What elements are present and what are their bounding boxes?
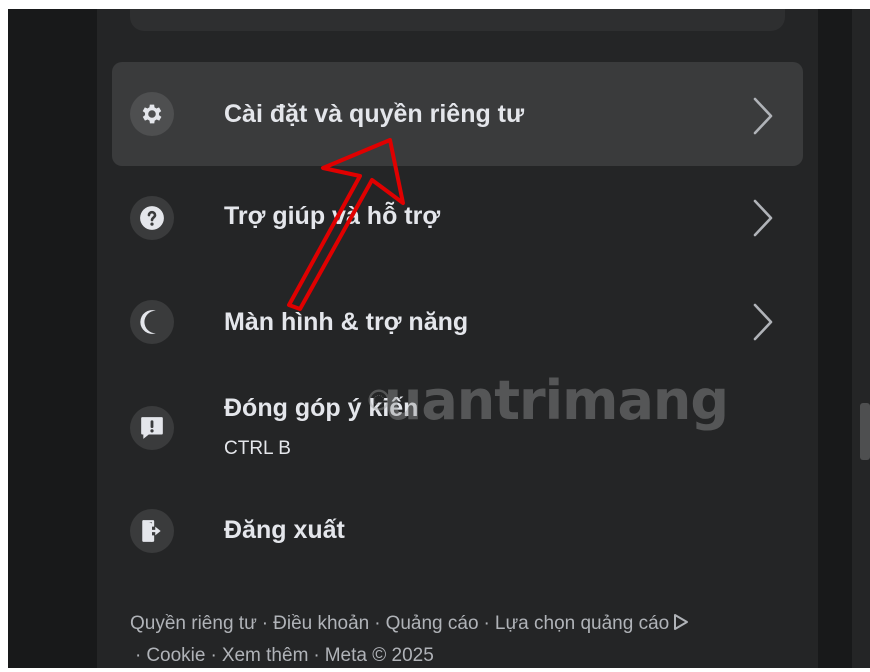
menu-item-display-accessibility[interactable]: Màn hình & trợ năng (112, 270, 803, 374)
menu-item-label: Trợ giúp và hỗ trợ (224, 202, 441, 230)
footer-links: Quyền riêng tư · Điều khoản · Quảng cáo · Lựa … (130, 608, 770, 672)
menu-item-help-support[interactable]: Trợ giúp và hỗ trợ (112, 166, 803, 270)
menu-item-label: Cài đặt và quyền riêng tư (224, 100, 525, 128)
footer-link-privacy[interactable]: Quyền riêng tư (130, 613, 257, 634)
right-background (818, 9, 852, 668)
chevron-right-icon (753, 303, 773, 341)
footer-meta-copyright: Meta © 2025 (324, 645, 434, 666)
profile-card-bottom (130, 9, 785, 31)
footer-link-ads[interactable]: Quảng cáo (386, 613, 479, 634)
left-background (8, 9, 97, 668)
footer-separator: · (374, 613, 381, 634)
footer-separator: · (210, 645, 217, 666)
menu-item-label: Đăng xuất (224, 516, 345, 544)
footer-link-terms[interactable]: Điều khoản (273, 613, 369, 634)
menu-item-give-feedback[interactable]: Đóng góp ý kiến CTRL B (112, 374, 803, 486)
footer-link-more[interactable]: Xem thêm (222, 645, 309, 666)
footer-separator: · (313, 645, 320, 666)
ad-choices-icon (674, 614, 689, 630)
chevron-right-icon (753, 199, 773, 237)
scrollbar-track (852, 9, 870, 668)
menu-item-log-out[interactable]: Đăng xuất (112, 486, 803, 582)
menu-item-settings-privacy[interactable]: Cài đặt và quyền riêng tư (112, 62, 803, 166)
scrollbar-thumb[interactable] (860, 403, 870, 460)
footer-separator: · (135, 645, 142, 666)
moon-icon (130, 300, 174, 344)
gear-icon (130, 92, 174, 136)
footer-link-cookies[interactable]: Cookie (146, 645, 205, 666)
logout-icon (130, 509, 174, 553)
menu-item-label: Màn hình & trợ năng (224, 308, 469, 336)
feedback-icon (130, 406, 174, 450)
footer-separator: · (261, 613, 269, 634)
question-icon (130, 196, 174, 240)
footer-separator: · (483, 613, 490, 634)
keyboard-shortcut: CTRL B (224, 438, 291, 459)
menu-item-label: Đóng góp ý kiến (224, 394, 419, 422)
footer-link-ad-choices[interactable]: Lựa chọn quảng cáo (495, 613, 669, 634)
chevron-right-icon (753, 97, 773, 135)
